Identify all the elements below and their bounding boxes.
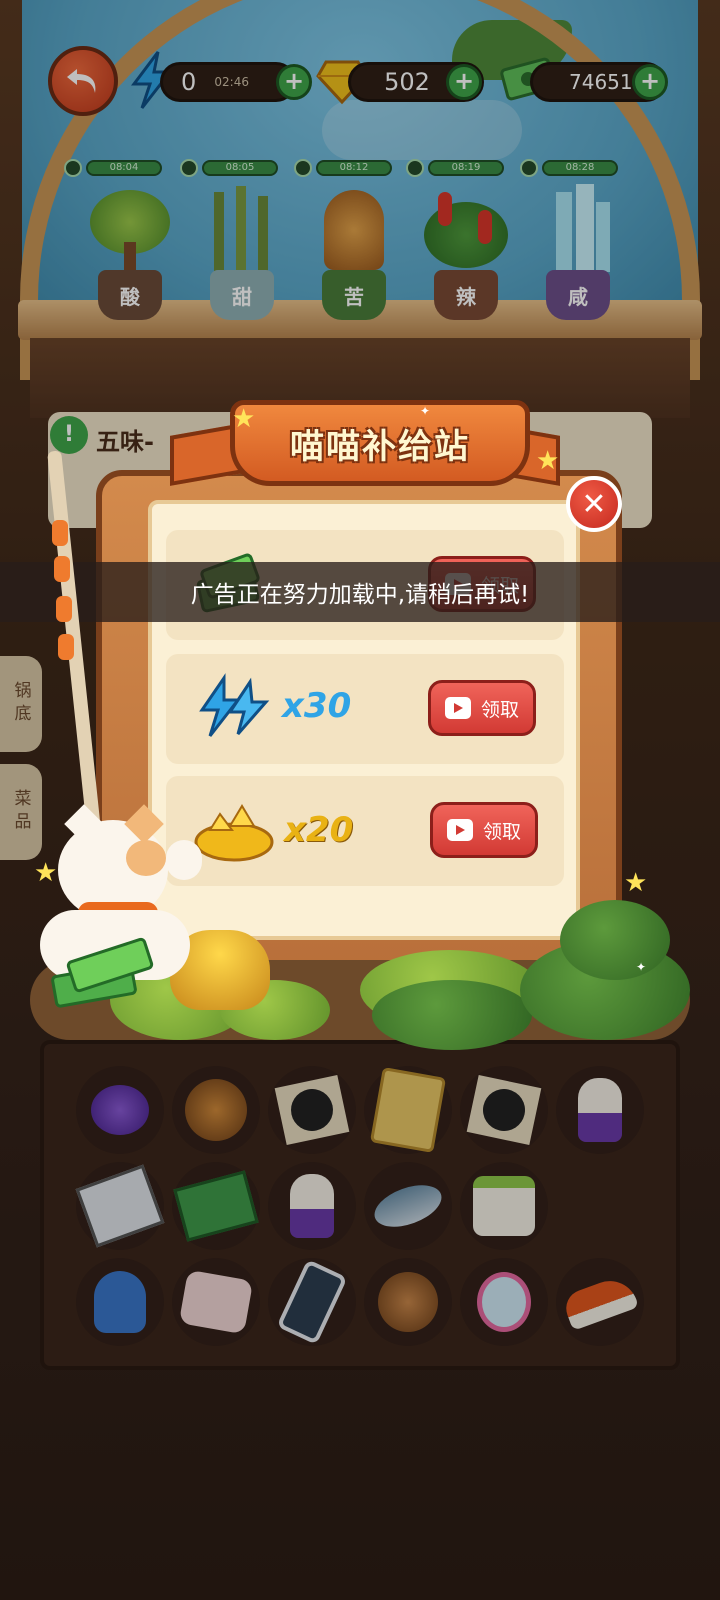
- bush-icon: [560, 900, 670, 980]
- close-button[interactable]: ✕: [566, 476, 622, 532]
- claim-label: 领取: [482, 820, 521, 843]
- lantern-icon: [56, 596, 72, 622]
- gems-quantity: x20: [284, 810, 354, 850]
- lantern-icon: [54, 556, 70, 582]
- claim-energy-button[interactable]: 领取: [428, 680, 536, 736]
- reward-row-gems: x20 领取: [166, 776, 564, 886]
- sparkle-icon: ✦: [636, 960, 647, 974]
- claim-label: 领取: [480, 698, 519, 721]
- sparkle-icon: ★: [232, 404, 256, 434]
- sparkle-icon: ★: [624, 868, 648, 898]
- lantern-icon: [52, 520, 68, 546]
- ad-loading-toast: 广告正在努力加载中,请稍后再试!: [0, 562, 720, 622]
- dialog-title-banner: 喵喵补给站: [230, 400, 530, 486]
- claim-gems-button[interactable]: 领取: [430, 802, 538, 858]
- dialog-title: 喵喵补给站: [290, 426, 470, 467]
- video-icon: [444, 697, 471, 719]
- energy-quantity: x30: [282, 686, 352, 726]
- lantern-icon: [58, 634, 74, 660]
- gem-pile-icon: [190, 796, 278, 866]
- video-icon: [446, 819, 473, 841]
- sparkle-icon: ✦: [420, 404, 431, 418]
- bush-icon: [372, 980, 532, 1050]
- sparkle-icon: ★: [536, 446, 560, 476]
- sparkle-icon: ★: [34, 858, 58, 888]
- cash-stack-icon: [50, 930, 160, 1020]
- reward-row-energy: x30 领取: [166, 654, 564, 764]
- energy-bundle-icon: [194, 672, 278, 742]
